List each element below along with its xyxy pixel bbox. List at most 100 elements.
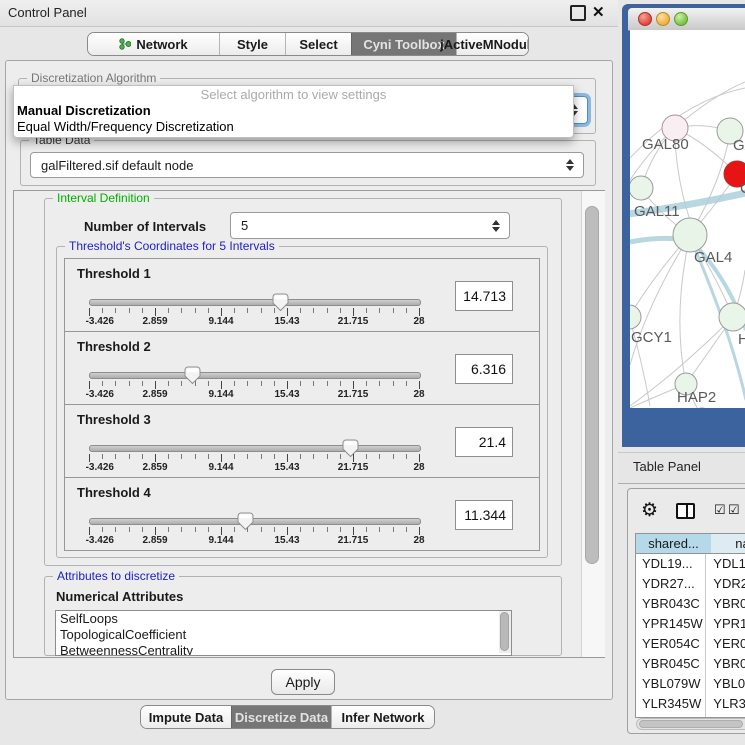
threshold-value-field[interactable] [455,354,513,384]
network-canvas[interactable]: GAL80GACGAL11GAL4GCY1HHAP2 [630,30,745,408]
slider-track[interactable] [89,518,421,525]
number-of-intervals-value: 5 [241,218,248,233]
attribute-list-item[interactable]: SelfLoops [56,611,511,627]
slider-ticks [89,381,419,389]
tick-label: 28 [413,462,424,473]
network-node-label: GAL11 [634,203,680,220]
tab-infer-network[interactable]: Infer Network [331,706,434,728]
table-data-selected-value: galFiltered.sif default node [41,158,193,173]
network-node-label: H [738,331,745,348]
slider-track[interactable] [89,372,421,379]
tab-network[interactable]: Network [88,33,219,55]
tick-label: 15.43 [274,316,299,327]
minimize-yellow-icon[interactable] [656,12,670,26]
slider-track[interactable] [89,299,421,306]
float-window-icon[interactable] [570,5,586,21]
network-node-label: GCY1 [631,329,672,346]
attribute-list-item[interactable]: BetweennessCentrality [56,643,511,656]
vertical-scrollbar-thumb[interactable] [585,206,599,564]
tick-label: -3.426 [86,316,114,327]
threshold-panel-1: Threshold 1 -3.426 2.859 9.144 15.43 21.715 28 [64,258,540,332]
table-row[interactable]: YBR043CYBR04 [636,594,745,614]
tick-label: 9.144 [208,462,233,473]
table-horizontal-scrollbar[interactable] [636,718,745,730]
number-of-intervals-combobox[interactable]: 5 [230,212,510,239]
cell-shared-name: YER054C [636,634,706,654]
table-row[interactable]: YLR345WYLR34 [636,694,745,714]
tab-impute-data[interactable]: Impute Data [141,706,231,728]
table-row[interactable]: YDR27...YDR27 [636,574,745,594]
cell-name: YLR34 [706,694,745,714]
attributes-group-title: Attributes to discretize [53,569,179,583]
table-row[interactable]: YBR045CYBR04 [636,654,745,674]
tick-label: 21.715 [338,462,369,473]
table-panel-title: Table Panel [633,459,701,474]
threshold-panel-3: Threshold 3-3.4262.8599.14415.4321.71528 [64,404,540,478]
dropdown-hint-option[interactable]: Select algorithm to view settings [14,86,573,103]
cell-shared-name: YDR27... [636,574,706,594]
cell-shared-name: YBR043C [636,594,706,614]
close-red-icon[interactable] [638,12,652,26]
tick-label: 15.43 [274,389,299,400]
threshold-value-field[interactable] [455,281,513,311]
cell-name: YDL19 [706,554,745,574]
threshold-value-field[interactable] [455,427,513,457]
tick-label: 15.43 [274,462,299,473]
network-node-h[interactable] [719,303,745,331]
numerical-attributes-label: Numerical Attributes [56,589,183,604]
table-row[interactable]: YER054CYER05 [636,634,745,654]
network-icon [119,38,131,50]
select-all-checkbox-icon[interactable]: ☑ [714,502,726,518]
tick-label: 9.144 [208,316,233,327]
threshold-label: Threshold 3 [77,412,151,427]
close-icon[interactable]: ✕ [592,3,605,21]
tick-label: 21.715 [338,389,369,400]
bottom-tabs: Impute Data Discretize DataInfer Network [140,705,435,729]
apply-button[interactable]: Apply [271,669,335,695]
gear-icon[interactable]: ⚙ [641,499,658,522]
combo-arrows-icon [492,220,500,232]
network-window-titlebar[interactable] [628,8,745,31]
threshold-panel-4: Threshold 4-3.4262.8599.14415.4321.71528 [64,477,540,551]
table-header-shared-name[interactable]: shared... [635,533,712,554]
select-none-checkbox-icon[interactable]: ☑ [728,502,740,518]
tab-label: Cyni Toolbox [363,37,444,52]
dropdown-option[interactable]: Manual Discretization [14,103,573,119]
attributes-scrollbar[interactable] [499,611,511,653]
cell-name: YER05 [706,634,745,654]
tab-style[interactable]: Style [219,33,285,55]
table-row[interactable]: YDL19...YDL19 [636,554,745,574]
tick-label: 28 [413,316,424,327]
tick-label: 2.859 [142,316,167,327]
table-data-combobox[interactable]: galFiltered.sif default node [30,152,584,178]
network-node-gcy1[interactable] [630,305,641,329]
tab-label: Network [136,37,187,52]
attribute-list-item[interactable]: TopologicalCoefficient [56,627,511,643]
number-of-intervals-label: Number of Intervals [84,219,206,234]
tick-label: 21.715 [338,316,369,327]
table-row[interactable]: YPR145WYPR14 [636,614,745,634]
dropdown-option[interactable]: Equal Width/Frequency Discretization [14,119,573,135]
slider-tick-labels: -3.4262.8599.14415.4321.71528 [89,316,419,328]
zoom-green-icon[interactable] [674,12,688,26]
threshold-label: Threshold 1 [77,266,151,281]
split-columns-icon[interactable] [676,503,695,519]
network-node-label: GA [733,137,745,154]
network-node-gal11[interactable] [630,176,653,200]
tab-select[interactable]: Select [285,33,351,55]
cell-shared-name: YLR345W [636,694,706,714]
table-rows: YDL19...YDL19YDR27...YDR27YBR043CYBR04YP… [635,554,745,718]
slider-track[interactable] [89,445,421,452]
network-node-gal4[interactable] [673,218,707,252]
cell-name: YBL07 [706,674,745,694]
table-row[interactable]: YBL079WYBL07 [636,674,745,694]
table-header-name[interactable]: name [711,533,745,554]
threshold-label: Threshold 2 [77,339,151,354]
threshold-panel-2: Threshold 2-3.4262.8599.14415.4321.71528 [64,331,540,405]
threshold-value-field[interactable] [455,500,513,530]
tick-label: 28 [413,389,424,400]
tab-label: Impute Data [149,710,223,725]
tab-discretize-data[interactable]: Discretize Data [231,706,331,728]
tab-jactivemnodules[interactable]: jActiveMNodules [456,33,528,55]
algorithm-dropdown-popup: Select algorithm to view settings Manual… [13,85,574,138]
